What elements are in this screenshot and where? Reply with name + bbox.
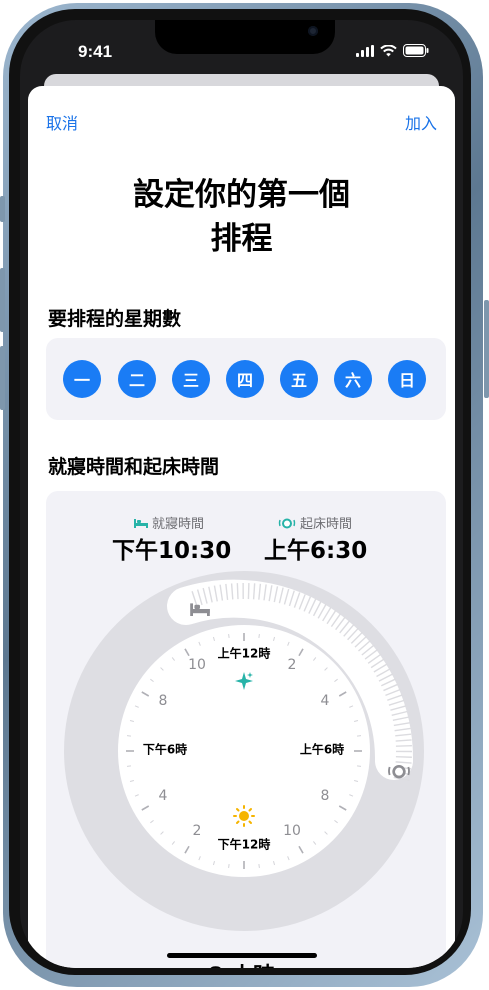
day-button-fri[interactable]: 五 — [280, 360, 318, 398]
bedtime-handle[interactable] — [189, 601, 211, 620]
clock-tick — [126, 735, 132, 737]
volume-down-button — [0, 346, 5, 410]
arc-tick — [236, 583, 239, 600]
day-button-thu[interactable]: 四 — [226, 360, 264, 398]
day-button-wed[interactable]: 三 — [172, 360, 210, 398]
clock-number-8-bottom: 8 — [320, 788, 330, 804]
day-button-tue[interactable]: 二 — [118, 360, 156, 398]
home-indicator[interactable] — [167, 953, 317, 958]
clock-tick — [126, 765, 132, 767]
page-title-line1: 設定你的第一個 — [133, 177, 350, 213]
battery-icon — [403, 44, 429, 57]
days-section-label: 要排程的星期數 — [48, 308, 182, 330]
camera-icon — [308, 26, 318, 36]
add-button[interactable]: 加入 — [405, 110, 437, 134]
clock-label-noon: 下午12時 — [217, 837, 271, 852]
clock-tick — [228, 863, 230, 869]
day-button-mon[interactable]: 一 — [63, 360, 101, 398]
clock-number-2-top: 2 — [287, 657, 297, 673]
sleep-duration: 8 小時 — [28, 958, 455, 968]
schedule-sheet: 取消 加入 設定你的第一個 排程 要排程的星期數 一 二 三 四 五 六 日 就… — [28, 86, 455, 968]
clock-tick — [228, 633, 230, 639]
page-title-line2: 排程 — [210, 221, 273, 257]
clock-number-2-bottom: 2 — [192, 823, 202, 839]
arc-tick — [395, 745, 412, 747]
sparkle-icon — [235, 672, 253, 690]
volume-up-button — [0, 268, 5, 332]
wifi-icon — [380, 44, 397, 56]
signal-icon — [356, 44, 374, 57]
clock-number-4-top: 4 — [320, 693, 330, 709]
screen: 9:41 取消 加入 設定你的第一個 排程 要排程的星期數 一 二 三 四 五 … — [20, 20, 463, 968]
clock-tick — [258, 863, 260, 869]
power-button — [484, 300, 489, 398]
clock-number-8-top: 8 — [158, 693, 168, 709]
days-card: 一 二 三 四 五 六 日 — [46, 338, 446, 420]
mute-switch — [0, 196, 5, 222]
arc-tick — [395, 755, 412, 758]
time-section-label: 就寢時間和起床時間 — [48, 456, 220, 478]
clock-number-4-bottom: 4 — [158, 788, 168, 804]
clock-label-6pm: 下午6時 — [142, 742, 188, 757]
clock-tick — [356, 735, 362, 737]
cancel-button[interactable]: 取消 — [46, 110, 78, 134]
alarm-handle-icon — [388, 765, 410, 779]
day-button-sat[interactable]: 六 — [334, 360, 372, 398]
status-time: 9:41 — [78, 42, 113, 61]
time-card: 就寢時間 下午10:30 起床時間 上午6:30 上午12時 下午12時 下午6… — [46, 491, 446, 968]
bed-handle-icon — [190, 603, 210, 616]
sleep-dial — [64, 571, 424, 931]
sun-icon — [233, 805, 255, 827]
wake-handle[interactable] — [386, 763, 412, 783]
clock-label-midnight: 上午12時 — [217, 646, 271, 661]
clock-tick — [356, 765, 362, 767]
day-button-sun[interactable]: 日 — [388, 360, 426, 398]
clock-label-6am: 上午6時 — [299, 742, 345, 757]
clock-number-10-bottom: 10 — [283, 823, 301, 839]
clock-tick — [258, 633, 260, 639]
clock-number-10-top: 10 — [188, 657, 206, 673]
status-icons — [356, 44, 429, 57]
notch — [155, 20, 335, 54]
